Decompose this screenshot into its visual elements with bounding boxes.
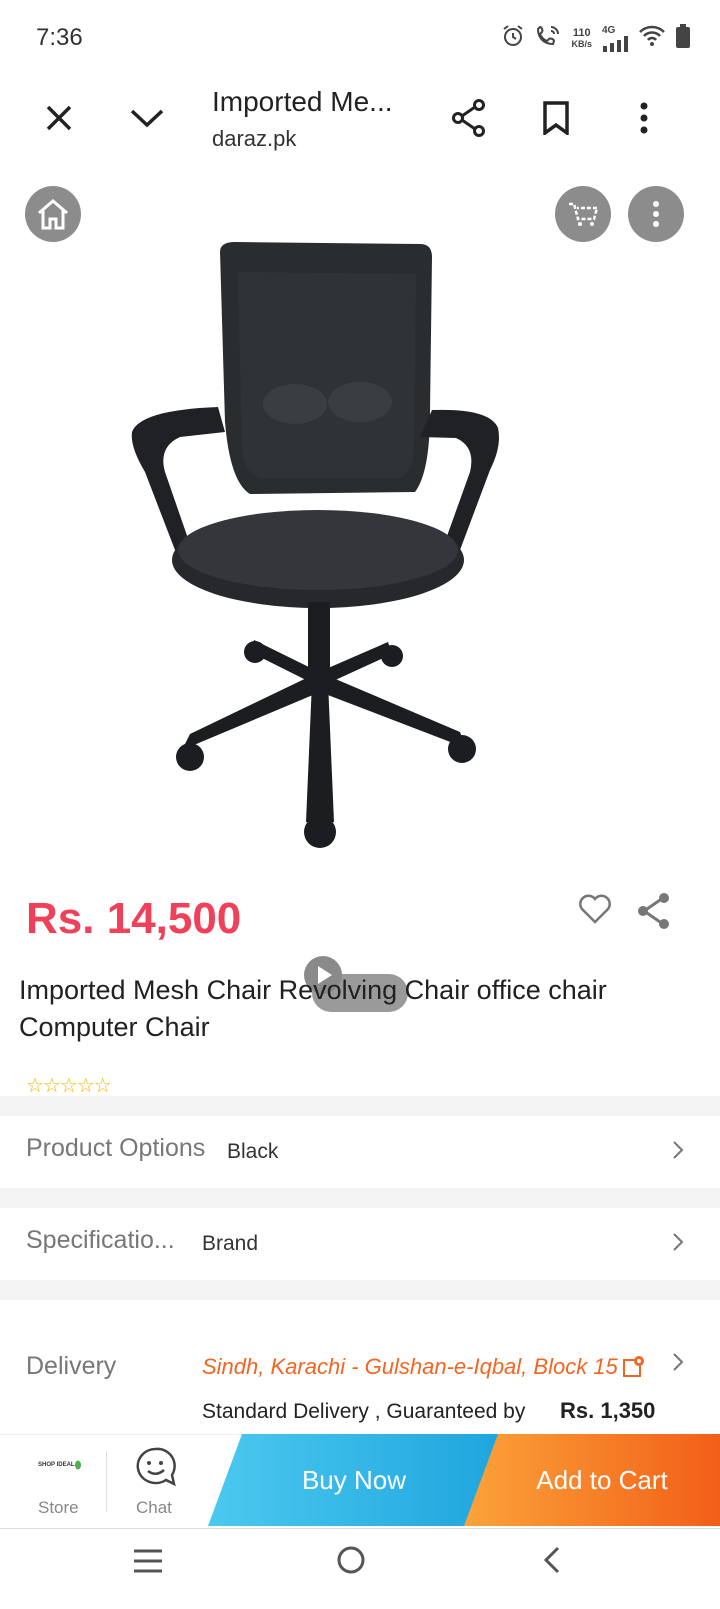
home-button[interactable] xyxy=(25,186,81,242)
wishlist-button[interactable] xyxy=(578,894,616,932)
share-button[interactable] xyxy=(441,90,497,146)
gallery-more-button[interactable] xyxy=(628,186,684,242)
back-nav-button[interactable] xyxy=(542,1545,574,1577)
battery-icon xyxy=(676,24,690,54)
chevron-right-icon xyxy=(672,1228,684,1259)
kebab-icon xyxy=(640,102,648,134)
rating-stars[interactable]: ☆☆☆☆☆ xyxy=(26,1073,112,1098)
add-to-cart-button[interactable]: Add to Cart xyxy=(464,1434,720,1526)
action-divider xyxy=(106,1452,107,1512)
cart-icon xyxy=(569,202,599,226)
bookmark-icon xyxy=(543,101,569,135)
kebab-icon xyxy=(653,201,659,227)
status-time: 7:36 xyxy=(36,24,83,51)
leaf-icon xyxy=(75,1460,81,1470)
status-bar: 7:36 110 KB/s 4G xyxy=(0,0,720,80)
delivery-fee: Rs. 1,350 xyxy=(560,1398,656,1423)
chat-button[interactable]: Chat xyxy=(118,1444,198,1520)
product-title: Imported Mesh Chair Revolving Chair offi… xyxy=(19,975,607,1042)
network-speed: 110 KB/s xyxy=(571,27,592,50)
delivery-standard: Standard Delivery , Guaranteed by xyxy=(202,1400,526,1423)
add-to-cart-label: Add to Cart xyxy=(536,1464,668,1495)
chevron-down-icon xyxy=(130,109,164,128)
more-options-button[interactable] xyxy=(616,90,672,146)
chat-icon xyxy=(136,1447,176,1487)
back-icon xyxy=(543,1546,560,1574)
heart-icon xyxy=(579,894,611,924)
product-gallery[interactable] xyxy=(0,172,720,1012)
cart-button[interactable] xyxy=(555,186,611,242)
product-options-row[interactable]: Product Options Black xyxy=(0,1116,720,1188)
section-divider xyxy=(0,1280,720,1300)
wifi-call-icon xyxy=(535,24,561,54)
menu-icon xyxy=(134,1549,162,1573)
specifications-value: Brand xyxy=(202,1232,259,1255)
product-options-value: Black xyxy=(227,1140,279,1163)
browser-toolbar: Imported Me... daraz.pk xyxy=(0,80,720,174)
product-options-label: Product Options xyxy=(26,1134,206,1162)
share-icon xyxy=(452,99,485,137)
delivery-label: Delivery xyxy=(26,1352,117,1380)
page-url: daraz.pk xyxy=(212,126,297,151)
page-title: Imported Me... xyxy=(212,86,393,117)
minimize-button[interactable] xyxy=(119,90,175,146)
share-icon xyxy=(638,893,669,929)
store-label: Store xyxy=(38,1498,79,1517)
chevron-right-icon xyxy=(672,1136,684,1167)
buy-now-button[interactable]: Buy Now xyxy=(208,1434,500,1526)
image-counter: 1/5 xyxy=(356,788,386,811)
location-edit-icon[interactable] xyxy=(622,1354,646,1383)
section-divider xyxy=(0,1096,720,1116)
store-button[interactable]: SHOP IDEAL Store xyxy=(18,1444,102,1520)
alarm-icon xyxy=(501,24,525,54)
bookmark-button[interactable] xyxy=(528,90,584,146)
chevron-right-icon[interactable] xyxy=(672,1352,684,1377)
product-image xyxy=(131,242,499,848)
specifications-row[interactable]: Specificatio... Brand xyxy=(0,1208,720,1280)
chat-label: Chat xyxy=(136,1498,172,1517)
specifications-label: Specificatio... xyxy=(26,1226,175,1254)
system-nav-bar xyxy=(0,1528,720,1609)
wifi-icon xyxy=(638,25,666,53)
store-logo: SHOP IDEAL xyxy=(38,1462,75,1468)
buy-now-label: Buy Now xyxy=(301,1464,407,1495)
close-button[interactable] xyxy=(31,90,87,146)
signal-icon: 4G xyxy=(602,26,628,52)
section-divider xyxy=(0,1188,720,1208)
delivery-address[interactable]: Sindh, Karachi - Gulshan-e-Iqbal, Block … xyxy=(202,1354,618,1380)
recents-button[interactable] xyxy=(132,1547,164,1579)
circle-icon xyxy=(337,1546,365,1574)
close-icon xyxy=(46,105,72,131)
status-icons: 110 KB/s 4G xyxy=(501,24,690,54)
product-share-button[interactable] xyxy=(636,892,676,932)
home-icon xyxy=(38,199,68,230)
product-price: Rs. 14,500 xyxy=(26,894,242,943)
home-nav-button[interactable] xyxy=(336,1545,368,1577)
